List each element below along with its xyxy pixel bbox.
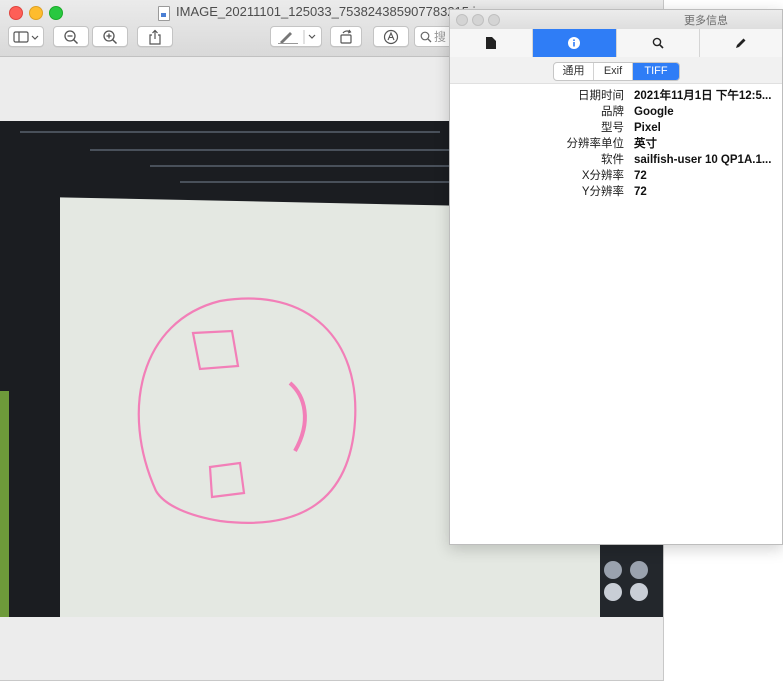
search-icon [420, 31, 432, 42]
metadata-value: Pixel [634, 122, 661, 134]
metadata-key: 型号 [601, 122, 624, 134]
sidebar-icon [13, 30, 39, 43]
tab-more-info[interactable] [533, 29, 617, 57]
search-placeholder: 搜 [434, 30, 447, 44]
share-icon [149, 29, 161, 45]
metadata-value: Google [634, 106, 674, 118]
tab-annotations[interactable] [700, 29, 782, 57]
metadata-row: 分辨率单位 英寸 [450, 136, 782, 152]
tab-general-info[interactable] [450, 29, 534, 57]
pencil-icon [735, 38, 746, 48]
share-button[interactable] [137, 26, 173, 47]
inspector-tabs [450, 29, 782, 58]
metadata-value: 英寸 [634, 138, 657, 150]
markup-pen-button[interactable] [270, 26, 322, 47]
zoom-in-icon [103, 29, 118, 44]
document-icon [486, 37, 497, 49]
more-info-panel: 更多信息 通用 Exif TIFF 日期时间 2021年11月1日 下午12:5… [449, 9, 783, 545]
close-window-button[interactable] [9, 6, 23, 20]
magnifier-icon [652, 37, 664, 49]
metadata-key: 软件 [601, 154, 624, 166]
metadata-value: 72 [634, 170, 647, 182]
metadata-row: 软件 sailfish-user 10 QP1A.1... [450, 152, 782, 168]
subtab-general[interactable]: 通用 [554, 63, 594, 80]
zoom-out-button[interactable] [53, 26, 89, 47]
metadata-value: 72 [634, 186, 647, 198]
metadata-key: 品牌 [601, 106, 624, 118]
metadata-row: 品牌 Google [450, 104, 782, 120]
metadata-key: Y分辨率 [581, 186, 624, 198]
rotate-button[interactable] [330, 26, 362, 47]
zoom-window-button[interactable] [49, 6, 63, 20]
metadata-row: 型号 Pixel [450, 120, 782, 136]
metadata-key: 日期时间 [578, 90, 624, 102]
zoom-in-button[interactable] [92, 26, 128, 47]
info-icon [568, 37, 581, 49]
metadata-row: X分辨率 72 [450, 168, 782, 184]
subtab-exif[interactable]: Exif [594, 63, 633, 80]
metadata-key: 分辨率单位 [566, 138, 625, 150]
info-title-bar: 更多信息 [450, 10, 782, 30]
metadata-value: sailfish-user 10 QP1A.1... [634, 154, 772, 166]
minimize-window-button[interactable] [29, 6, 43, 20]
pen-icon [278, 29, 316, 44]
tab-keywords[interactable] [617, 29, 700, 57]
tiff-metadata-list: 日期时间 2021年11月1日 下午12:5... 品牌 Google 型号 P… [450, 88, 782, 200]
rotate-icon [340, 29, 352, 44]
metadata-key: X分辨率 [581, 170, 624, 182]
search-field[interactable]: 搜 [414, 26, 454, 47]
sidebar-toggle-button[interactable] [8, 26, 44, 47]
metadata-subtabs-row: 通用 Exif TIFF [450, 57, 782, 84]
subtab-tiff[interactable]: TIFF [633, 63, 679, 80]
zoom-out-icon [64, 29, 79, 44]
window-title: IMAGE_20211101_125033_753824385907783215… [176, 4, 490, 19]
canvas-bottom [0, 617, 663, 680]
metadata-row: 日期时间 2021年11月1日 下午12:5... [450, 88, 782, 104]
markup-toolbar-button[interactable] [373, 26, 409, 47]
metadata-subtabs: 通用 Exif TIFF [553, 62, 680, 81]
metadata-row: Y分辨率 72 [450, 184, 782, 200]
document-icon [158, 6, 170, 21]
markup-icon [383, 29, 399, 44]
info-title: 更多信息 [684, 15, 728, 27]
metadata-value: 2021年11月1日 下午12:5... [634, 90, 772, 102]
